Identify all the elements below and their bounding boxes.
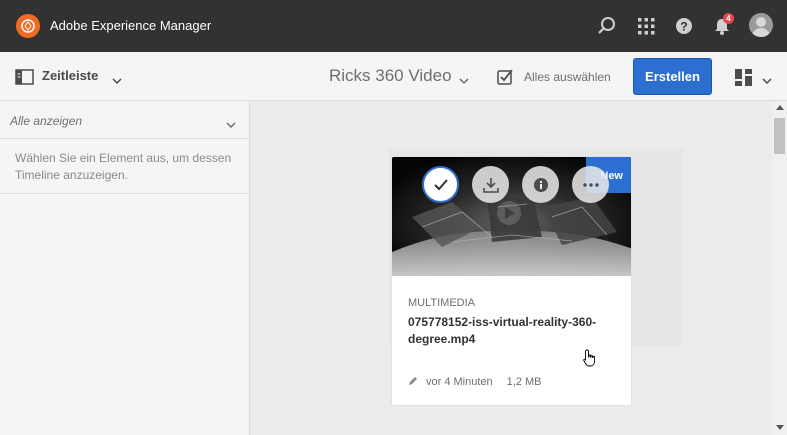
svg-text:?: ? xyxy=(680,20,687,34)
timeline-filter-label: Alle anzeigen xyxy=(10,114,83,128)
rail-toggle-icon[interactable] xyxy=(15,69,34,90)
content-scrollbar[interactable] xyxy=(772,101,787,435)
help-icon[interactable]: ? xyxy=(673,15,695,37)
pencil-icon xyxy=(409,377,417,385)
chevron-down-icon[interactable] xyxy=(459,72,469,90)
chevron-down-icon[interactable] xyxy=(112,72,122,90)
timeline-empty-message: Wählen Sie ein Element aus, um dessen Ti… xyxy=(15,151,232,182)
search-icon[interactable] xyxy=(596,15,618,37)
more-actions-button[interactable] xyxy=(572,166,609,203)
user-avatar[interactable] xyxy=(749,13,773,37)
timeline-rail: Alle anzeigen Wählen Sie ein Element aus… xyxy=(0,101,250,435)
apps-grid-icon[interactable] xyxy=(635,15,657,37)
download-button[interactable] xyxy=(472,166,509,203)
chevron-down-icon[interactable] xyxy=(762,72,772,90)
info-button[interactable] xyxy=(522,166,559,203)
asset-size: 1,2 MB xyxy=(506,376,542,388)
asset-type: MULTIMEDIA xyxy=(408,297,476,309)
chevron-down-icon xyxy=(226,116,236,134)
create-button[interactable]: Erstellen xyxy=(633,58,712,95)
card-view-icon[interactable] xyxy=(735,69,752,91)
select-all-icon[interactable] xyxy=(497,68,514,90)
notification-badge: 4 xyxy=(723,13,734,24)
divider xyxy=(0,193,249,194)
global-header: Adobe Experience Manager ? 4 xyxy=(0,0,787,52)
timeline-filter-select[interactable]: Alle anzeigen xyxy=(0,101,249,139)
scroll-down-arrow-icon[interactable] xyxy=(776,425,784,430)
hand-cursor-icon xyxy=(583,349,597,372)
adobe-logo-icon[interactable] xyxy=(16,14,40,38)
asset-modified: vor 4 Minuten xyxy=(426,376,493,388)
folder-title[interactable]: Ricks 360 Video xyxy=(329,66,452,86)
scrollbar-thumb[interactable] xyxy=(774,118,785,154)
asset-thumbnail[interactable]: New xyxy=(392,157,631,276)
select-check-button[interactable] xyxy=(422,166,459,203)
asset-name[interactable]: 075778152-iss-virtual-reality-360-degree… xyxy=(408,314,613,348)
select-all-label[interactable]: Alles auswählen xyxy=(524,70,611,84)
scroll-up-arrow-icon[interactable] xyxy=(776,105,784,110)
action-bar: Zeitleiste Ricks 360 Video Alles auswähl… xyxy=(0,52,787,101)
asset-meta: vor 4 Minuten 1,2 MB xyxy=(408,376,556,388)
rail-selector-label[interactable]: Zeitleiste xyxy=(42,68,98,83)
app-title[interactable]: Adobe Experience Manager xyxy=(50,18,211,33)
